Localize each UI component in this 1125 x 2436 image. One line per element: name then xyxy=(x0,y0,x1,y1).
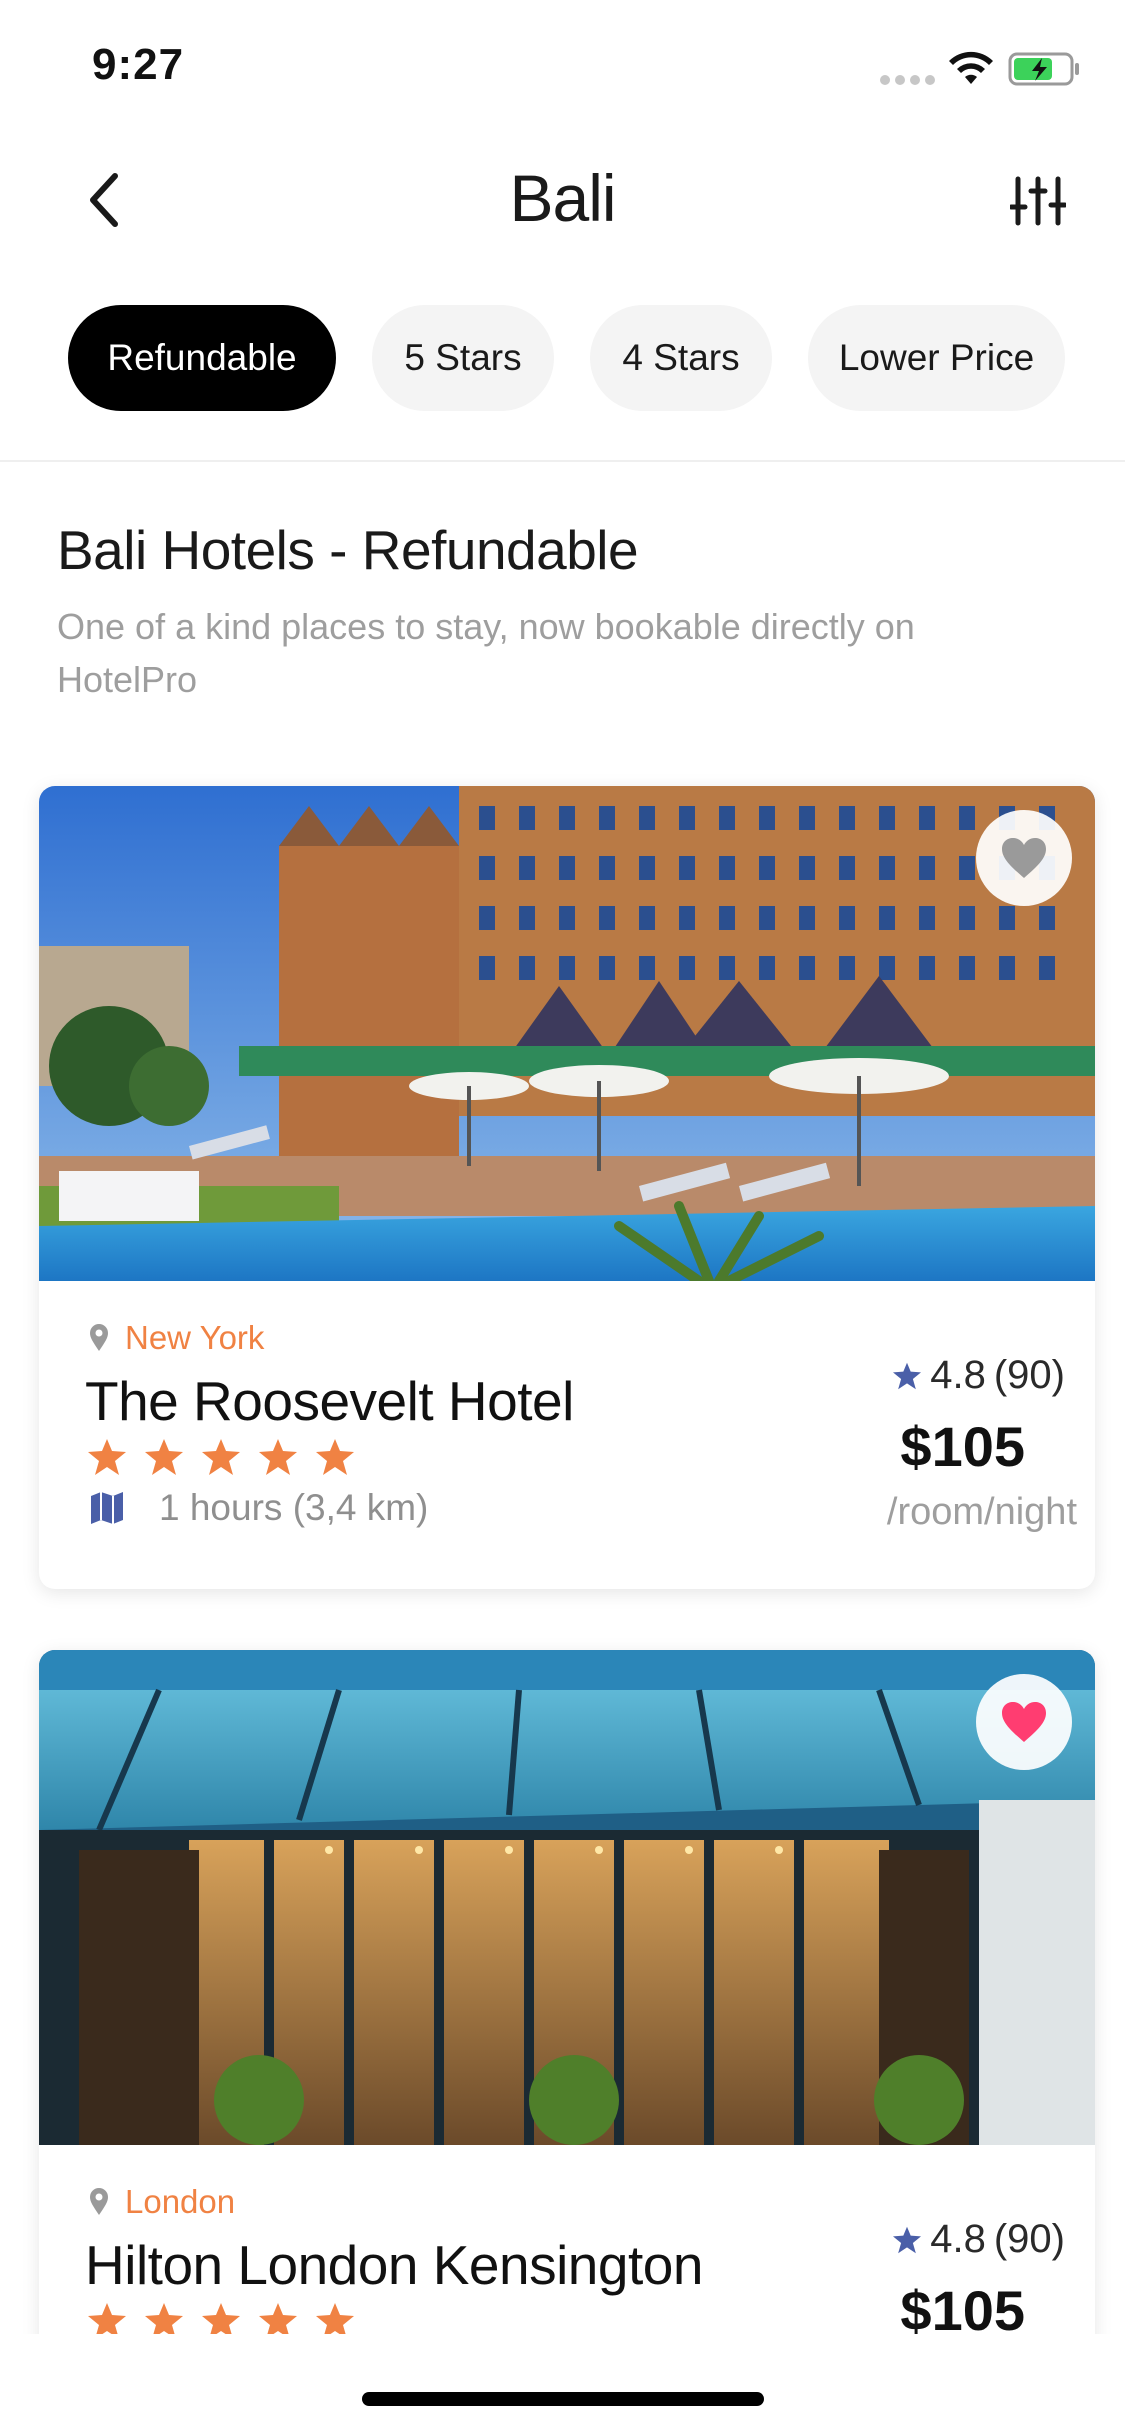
card-body: New York The Roosevelt Hotel 1 hours (3,… xyxy=(39,1281,1095,1589)
heart-icon xyxy=(1002,838,1046,878)
rating-value: 4.8 xyxy=(930,2217,986,2261)
location-text: New York xyxy=(125,1319,265,1356)
price-unit: /room/night xyxy=(886,1491,1077,1533)
battery-charging-icon xyxy=(1008,52,1079,86)
review-count: (90) xyxy=(993,2217,1065,2261)
divider xyxy=(0,460,1125,462)
home-indicator[interactable] xyxy=(362,2392,764,2406)
star-icon xyxy=(316,1439,354,1475)
location-text: London xyxy=(125,2183,236,2220)
location-pin-icon xyxy=(90,1324,108,1351)
chip-5-stars[interactable]: 5 Stars xyxy=(372,305,554,411)
chip-lower-price[interactable]: Lower Price xyxy=(808,305,1065,411)
status-bar: 9:27 xyxy=(0,0,1125,135)
nav-bar: Bali xyxy=(0,135,1125,265)
price: $105 xyxy=(900,1415,1025,1478)
rating: 4.8 (90) xyxy=(892,2217,1065,2262)
star-icon xyxy=(88,1439,126,1475)
heart-icon xyxy=(1002,1702,1046,1742)
star-icon xyxy=(145,1439,183,1475)
filter-button[interactable] xyxy=(1000,163,1075,238)
location: New York xyxy=(89,1319,264,1357)
hotel-photo xyxy=(39,786,1095,1281)
distance-text: 1 hours (3,4 km) xyxy=(159,1487,429,1528)
location: London xyxy=(89,2183,235,2221)
star-icon xyxy=(259,1439,297,1475)
hotel-name[interactable]: Hilton London Kensington xyxy=(85,2233,703,2297)
status-time: 9:27 xyxy=(92,40,185,89)
hotel-card[interactable]: London Hilton London Kensington 4.8 (90)… xyxy=(39,1650,1095,2436)
star-rating xyxy=(87,1438,355,1476)
bottom-safe-area xyxy=(0,2334,1125,2436)
hotel-photo xyxy=(39,1650,1095,2145)
wifi-icon xyxy=(949,51,993,84)
signal-icon xyxy=(880,75,935,85)
hotel-card[interactable]: New York The Roosevelt Hotel 1 hours (3,… xyxy=(39,786,1095,1589)
rating: 4.8 (90) xyxy=(892,1353,1065,1398)
distance: 1 hours (3,4 km) xyxy=(89,1487,428,1529)
location-pin-icon xyxy=(90,2188,108,2215)
page-title: Bali xyxy=(509,161,616,235)
map-icon xyxy=(91,1492,123,1524)
hotel-name[interactable]: The Roosevelt Hotel xyxy=(85,1369,574,1433)
chip-refundable[interactable]: Refundable xyxy=(68,305,336,411)
rating-value: 4.8 xyxy=(930,1353,986,1397)
sliders-icon xyxy=(1009,176,1066,225)
filter-chips: Refundable 5 Stars 4 Stars Lower Price xyxy=(68,305,1065,411)
star-icon xyxy=(202,1439,240,1475)
favorite-button[interactable] xyxy=(976,1674,1072,1770)
review-count: (90) xyxy=(993,1353,1065,1397)
star-icon xyxy=(893,2226,922,2253)
favorite-button[interactable] xyxy=(976,810,1072,906)
star-icon xyxy=(893,1362,922,1389)
chip-4-stars[interactable]: 4 Stars xyxy=(590,305,772,411)
section-subtitle: One of a kind places to stay, now bookab… xyxy=(57,606,915,700)
section-title: Bali Hotels - Refundable xyxy=(57,519,639,581)
